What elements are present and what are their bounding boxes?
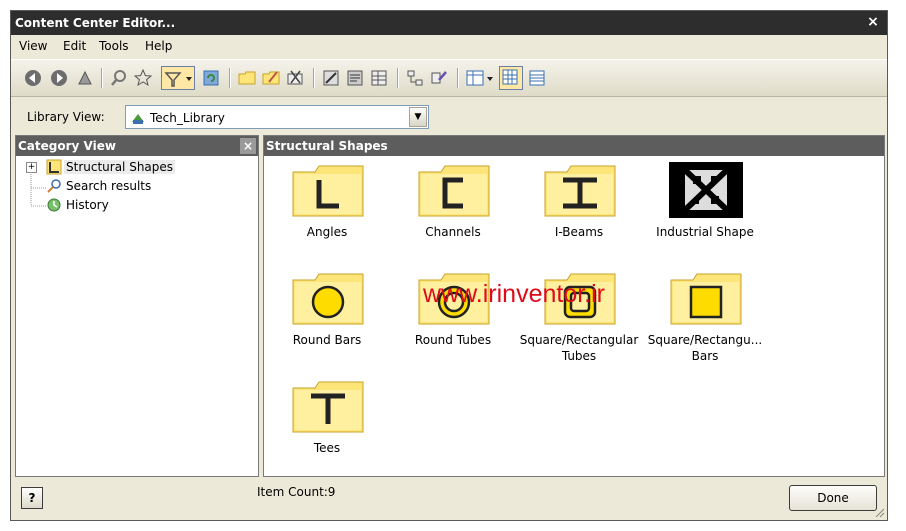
close-window-button[interactable]: × <box>865 14 881 30</box>
content-pane-title: Structural Shapes <box>266 139 388 153</box>
tree-connector-lines <box>30 172 46 207</box>
favorites-icon[interactable] <box>133 68 153 88</box>
tee-folder-icon <box>292 381 364 433</box>
ibeam-folder-icon <box>544 165 616 217</box>
tree-item-label: Structural Shapes <box>64 160 176 174</box>
menu-view[interactable]: View <box>19 39 47 53</box>
view-options-icon[interactable] <box>465 68 495 88</box>
family-item-label: Industrial Shape <box>656 225 754 239</box>
forward-icon[interactable] <box>49 68 69 88</box>
edit-folder-icon[interactable] <box>261 68 281 88</box>
family-item-label: Square/Rectangular Tubes <box>519 333 639 363</box>
title-bar[interactable]: Content Center Editor... × <box>11 11 887 35</box>
new-folder-icon[interactable] <box>237 68 257 88</box>
family-item-angles[interactable]: Angles <box>267 162 387 262</box>
done-button[interactable]: Done <box>789 485 877 511</box>
channel-folder-icon <box>418 165 490 217</box>
back-icon[interactable] <box>23 68 43 88</box>
family-item-label: Angles <box>306 225 348 239</box>
content-pane-header: Structural Shapes <box>264 136 884 156</box>
resize-grip-icon[interactable] <box>875 508 885 518</box>
table-edit-icon[interactable] <box>321 68 341 88</box>
family-item-round-bars[interactable]: Round Bars <box>267 270 387 370</box>
family-item-channels[interactable]: Channels <box>393 162 513 262</box>
close-pane-button[interactable]: × <box>240 138 256 154</box>
library-icon <box>130 110 146 126</box>
library-view-label: Library View: <box>27 110 105 124</box>
publish-icon[interactable] <box>429 68 449 88</box>
tree-item-label: Search results <box>66 179 152 193</box>
family-item-label: Round Bars <box>292 333 362 347</box>
family-table-icon[interactable] <box>369 68 389 88</box>
toolbar-separator <box>313 68 315 88</box>
menu-help[interactable]: Help <box>145 39 172 53</box>
family-tree-icon[interactable] <box>405 68 425 88</box>
family-item-tees[interactable]: Tees <box>267 378 387 478</box>
chevron-down-icon[interactable]: ▼ <box>409 107 427 127</box>
tree-item-label: History <box>66 198 109 212</box>
thumbnail-view-icon[interactable] <box>499 66 523 90</box>
content-center-editor-window: Content Center Editor... × View Edit Too… <box>10 10 888 521</box>
family-item-label: I-Beams <box>554 225 604 239</box>
library-view-select[interactable]: Tech_Library ▼ <box>125 105 429 129</box>
library-view-value: Tech_Library <box>150 111 225 125</box>
delete-icon[interactable] <box>285 68 305 88</box>
menu-edit[interactable]: Edit <box>63 39 86 53</box>
detail-view-icon[interactable] <box>527 68 547 88</box>
toolbar <box>11 59 887 97</box>
category-view-title: Category View <box>18 139 116 153</box>
menu-tools[interactable]: Tools <box>99 39 129 53</box>
watermark: www.irinventor.ir <box>423 280 605 308</box>
status-bar: ? Item Count:9 Done <box>11 479 887 520</box>
category-view-header: Category View × <box>16 136 258 156</box>
round-bar-folder-icon <box>292 273 364 325</box>
window-title: Content Center Editor... <box>15 16 176 30</box>
toolbar-separator <box>397 68 399 88</box>
family-item-label: Square/Rectangu... Bars <box>647 333 763 363</box>
family-item-i-beams[interactable]: I-Beams <box>519 162 639 262</box>
library-view-bar: Library View: Tech_Library ▼ <box>11 101 887 133</box>
help-button[interactable]: ? <box>21 487 43 509</box>
family-item-label: Tees <box>313 441 341 455</box>
category-view-pane: Category View × + Structural Shapes Sear… <box>15 135 259 477</box>
toolbar-separator <box>101 68 103 88</box>
family-item-label: Round Tubes <box>414 333 492 347</box>
angle-folder-icon <box>292 165 364 217</box>
toolbar-separator <box>457 68 459 88</box>
family-item-square-bars[interactable]: Square/Rectangu... Bars <box>645 270 765 370</box>
family-item-industrial-shape[interactable]: Industrial Shape <box>645 162 765 262</box>
square-bar-folder-icon <box>670 273 742 325</box>
item-count: Item Count:9 <box>257 485 336 499</box>
search-icon[interactable] <box>109 68 129 88</box>
refresh-icon[interactable] <box>201 68 221 88</box>
menu-bar: View Edit Tools Help <box>11 35 887 57</box>
industrial-shape-icon <box>669 162 743 218</box>
up-icon[interactable] <box>75 68 95 88</box>
family-item-label: Channels <box>425 225 481 239</box>
toolbar-separator <box>229 68 231 88</box>
filter-icon[interactable] <box>161 66 195 90</box>
family-properties-icon[interactable] <box>345 68 365 88</box>
